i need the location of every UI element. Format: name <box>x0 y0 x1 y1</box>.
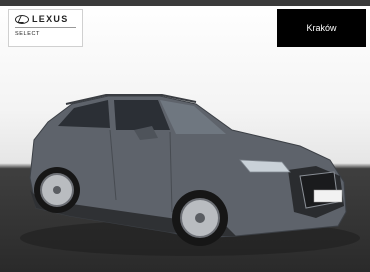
badge-subtitle: SELECT <box>15 31 40 37</box>
badge-divider <box>15 27 76 28</box>
car-photo: LEXUS SELECT Kraków <box>0 0 370 272</box>
lexus-logo-icon <box>15 14 29 24</box>
brand-name: LEXUS <box>32 14 69 24</box>
lexus-select-badge: LEXUS SELECT <box>8 9 83 47</box>
location-label: Kraków <box>277 9 366 47</box>
